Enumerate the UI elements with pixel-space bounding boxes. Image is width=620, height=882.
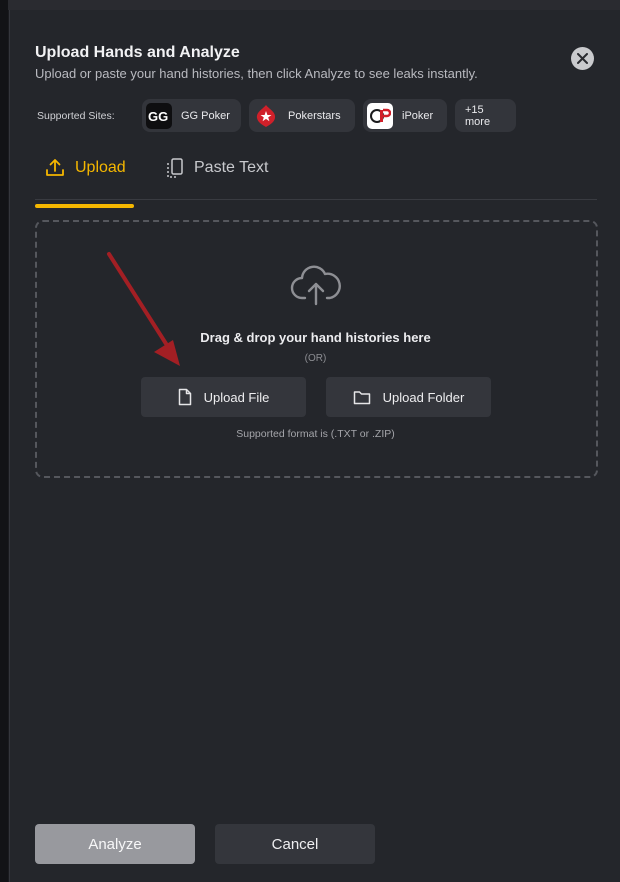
- annotation-arrow: [107, 252, 180, 366]
